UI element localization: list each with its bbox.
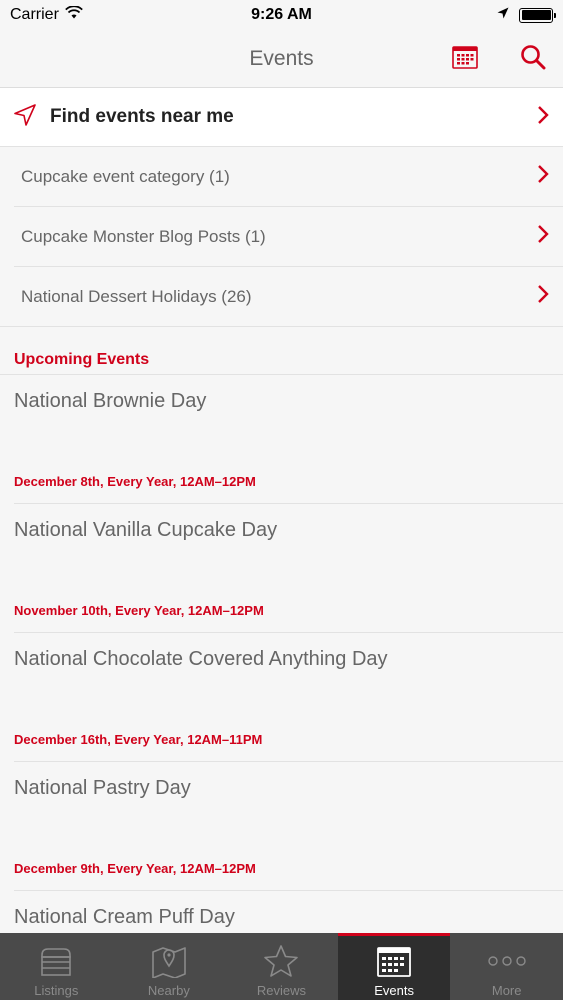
chevron-right-icon	[537, 164, 549, 189]
events-list: National Brownie Day December 8th, Every…	[0, 375, 563, 1000]
chevron-right-icon	[537, 105, 549, 130]
find-events-near-me[interactable]: Find events near me	[0, 88, 563, 147]
location-arrow-icon	[497, 6, 509, 24]
category-label: Cupcake event category (1)	[21, 166, 230, 186]
battery-icon	[519, 7, 556, 23]
carrier-label: Carrier	[10, 6, 59, 23]
tab-bar: Listings Nearby Reviews Events More	[0, 933, 563, 1000]
tab-reviews[interactable]: Reviews	[225, 933, 338, 1000]
event-name: National Pastry Day	[14, 777, 191, 799]
status-bar: Carrier 9:26 AM	[0, 0, 563, 30]
tab-label: More	[491, 983, 522, 998]
category-item[interactable]: National Dessert Holidays (26)	[0, 267, 563, 327]
find-events-label: Find events near me	[50, 106, 234, 127]
nav-actions	[449, 42, 549, 74]
event-item[interactable]: National Brownie Day December 8th, Every…	[14, 375, 563, 504]
category-item[interactable]: Cupcake event category (1)	[14, 147, 563, 207]
tab-label: Listings	[34, 983, 79, 998]
tab-label: Nearby	[147, 983, 190, 998]
chevron-right-icon	[537, 284, 549, 309]
status-time: 9:26 AM	[251, 6, 312, 23]
event-item[interactable]: National Chocolate Covered Anything Day …	[14, 633, 563, 762]
more-icon	[487, 941, 527, 981]
calendar-icon	[452, 44, 478, 72]
calendar-button[interactable]	[449, 42, 481, 74]
status-left: Carrier	[10, 5, 83, 24]
star-icon	[263, 941, 299, 981]
page-title: Events	[249, 46, 314, 70]
map-icon	[151, 941, 187, 981]
event-item[interactable]: National Vanilla Cupcake Day November 10…	[14, 504, 563, 633]
wifi-icon	[65, 5, 83, 24]
category-item[interactable]: Cupcake Monster Blog Posts (1)	[14, 207, 563, 267]
nav-bar: Events	[0, 30, 563, 88]
upcoming-events-header: Upcoming Events	[0, 327, 563, 375]
event-name: National Brownie Day	[14, 390, 207, 412]
tab-label: Reviews	[256, 983, 307, 998]
event-date: November 10th, Every Year, 12AM–12PM	[14, 603, 264, 618]
listings-icon	[38, 941, 74, 981]
tab-events[interactable]: Events	[337, 933, 451, 1000]
tab-listings[interactable]: Listings	[0, 933, 113, 1000]
category-label: National Dessert Holidays (26)	[21, 286, 252, 306]
event-name: National Chocolate Covered Anything Day	[14, 648, 388, 670]
status-right	[497, 6, 556, 24]
search-button[interactable]	[517, 42, 549, 74]
search-icon	[520, 44, 546, 73]
calendar-icon	[377, 941, 411, 981]
event-date: December 8th, Every Year, 12AM–12PM	[14, 474, 256, 489]
tab-nearby[interactable]: Nearby	[113, 933, 226, 1000]
location-arrow-icon	[14, 103, 36, 131]
category-label: Cupcake Monster Blog Posts (1)	[21, 226, 266, 246]
event-name: National Vanilla Cupcake Day	[14, 519, 278, 541]
event-date: December 9th, Every Year, 12AM–12PM	[14, 861, 256, 876]
tab-label: Events	[374, 983, 414, 998]
chevron-right-icon	[537, 224, 549, 249]
tab-more[interactable]: More	[450, 933, 563, 1000]
event-item[interactable]: National Pastry Day December 9th, Every …	[14, 762, 563, 891]
event-date: December 16th, Every Year, 12AM–11PM	[14, 732, 263, 747]
category-list: Cupcake event category (1) Cupcake Monst…	[0, 147, 563, 327]
event-name: National Cream Puff Day	[14, 906, 235, 928]
